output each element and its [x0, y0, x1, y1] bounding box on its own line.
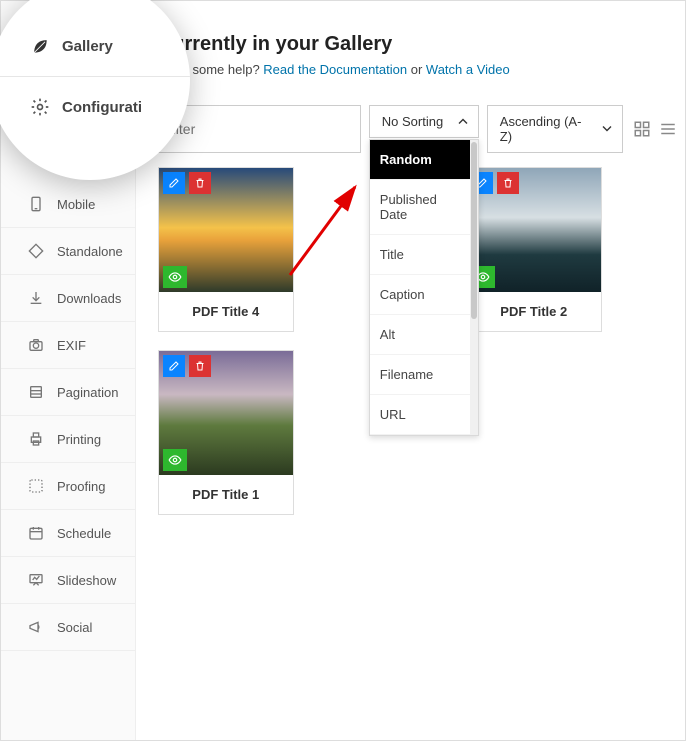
sort-dropdown: Random Published Date Title Caption Alt … [369, 139, 479, 436]
caret-down-icon [602, 122, 612, 137]
grid-dots-icon [27, 477, 45, 495]
thumbnail [159, 168, 293, 292]
sidebar-item-exif[interactable]: EXIF [1, 322, 135, 369]
delete-button[interactable] [189, 172, 211, 194]
edit-button[interactable] [163, 355, 185, 377]
delete-button[interactable] [189, 355, 211, 377]
sort-option-url[interactable]: URL [370, 395, 478, 435]
grid-view-button[interactable] [631, 118, 653, 140]
gear-icon [30, 97, 50, 117]
sidebar-item-pagination[interactable]: Pagination [1, 369, 135, 416]
caret-up-icon [458, 114, 468, 129]
sidebar-item-label: Downloads [57, 291, 121, 306]
diamond-icon [27, 242, 45, 260]
dropdown-scrollbar[interactable] [470, 140, 478, 435]
sidebar-item-label: Mobile [57, 197, 95, 212]
card-title: PDF Title 2 [467, 292, 601, 331]
download-icon [27, 289, 45, 307]
presentation-icon [27, 571, 45, 589]
page-title: Currently in your Gallery [158, 33, 679, 56]
delete-button[interactable] [497, 172, 519, 194]
list-view-button[interactable] [657, 118, 679, 140]
sidebar-item-mobile[interactable]: Mobile [1, 181, 135, 228]
sidebar-item-proofing[interactable]: Proofing [1, 463, 135, 510]
sort-option-caption[interactable]: Caption [370, 275, 478, 315]
sidebar-item-printing[interactable]: Printing [1, 416, 135, 463]
sort-option-alt[interactable]: Alt [370, 315, 478, 355]
sidebar-item-standalone[interactable]: Standalone [1, 228, 135, 275]
sidebar-item-schedule[interactable]: Schedule [1, 510, 135, 557]
pages-icon [27, 383, 45, 401]
main-panel: Currently in your Gallery Need some help… [136, 1, 686, 740]
sidebar-item-label: EXIF [57, 338, 86, 353]
help-mid: or [407, 62, 426, 77]
megaphone-icon [27, 618, 45, 636]
sidebar-item-label: Proofing [57, 479, 105, 494]
sort-option-filename[interactable]: Filename [370, 355, 478, 395]
card-title: PDF Title 4 [159, 292, 293, 331]
controls-row: No Sorting Random Published Date Title C… [158, 105, 679, 153]
sort-option-random[interactable]: Random [370, 140, 478, 180]
sidebar-item-social[interactable]: Social [1, 604, 135, 651]
printer-icon [27, 430, 45, 448]
sort-option-published[interactable]: Published Date [370, 180, 478, 235]
sidebar-item-label: Pagination [57, 385, 118, 400]
thumbnail [159, 351, 293, 475]
sidebar-item-label: Slideshow [57, 573, 116, 588]
spotlight-item-gallery[interactable]: Gallery [0, 16, 190, 77]
sidebar-item-label: Social [57, 620, 92, 635]
direction-select-label: Ascending (A-Z) [500, 114, 590, 144]
direction-select[interactable]: Ascending (A-Z) [487, 105, 623, 153]
help-line: Need some help? Read the Documentation o… [158, 62, 679, 77]
camera-icon [27, 336, 45, 354]
gallery-card[interactable]: PDF Title 1 [158, 350, 294, 515]
leaf-icon [30, 36, 50, 56]
spotlight-item-config[interactable]: Configurati [0, 77, 190, 137]
sort-select-label: No Sorting [382, 114, 443, 129]
mobile-icon [27, 195, 45, 213]
spotlight-config-label: Configurati [62, 99, 142, 116]
thumbnail [467, 168, 601, 292]
sidebar-item-downloads[interactable]: Downloads [1, 275, 135, 322]
sidebar-item-slideshow[interactable]: Slideshow [1, 557, 135, 604]
spotlight-gallery-label: Gallery [62, 38, 113, 55]
preview-button[interactable] [163, 266, 187, 288]
calendar-icon [27, 524, 45, 542]
sidebar-item-label: Standalone [57, 244, 123, 259]
sidebar-item-label: Schedule [57, 526, 111, 541]
sidebar-item-label: Printing [57, 432, 101, 447]
video-link[interactable]: Watch a Video [426, 62, 510, 77]
gallery-card[interactable]: PDF Title 2 [466, 167, 602, 332]
sort-select[interactable]: No Sorting [369, 105, 479, 138]
doc-link[interactable]: Read the Documentation [263, 62, 407, 77]
filter-input[interactable] [158, 105, 361, 153]
preview-button[interactable] [163, 449, 187, 471]
sort-option-title[interactable]: Title [370, 235, 478, 275]
edit-button[interactable] [163, 172, 185, 194]
gallery-card[interactable]: PDF Title 4 [158, 167, 294, 332]
card-title: PDF Title 1 [159, 475, 293, 514]
